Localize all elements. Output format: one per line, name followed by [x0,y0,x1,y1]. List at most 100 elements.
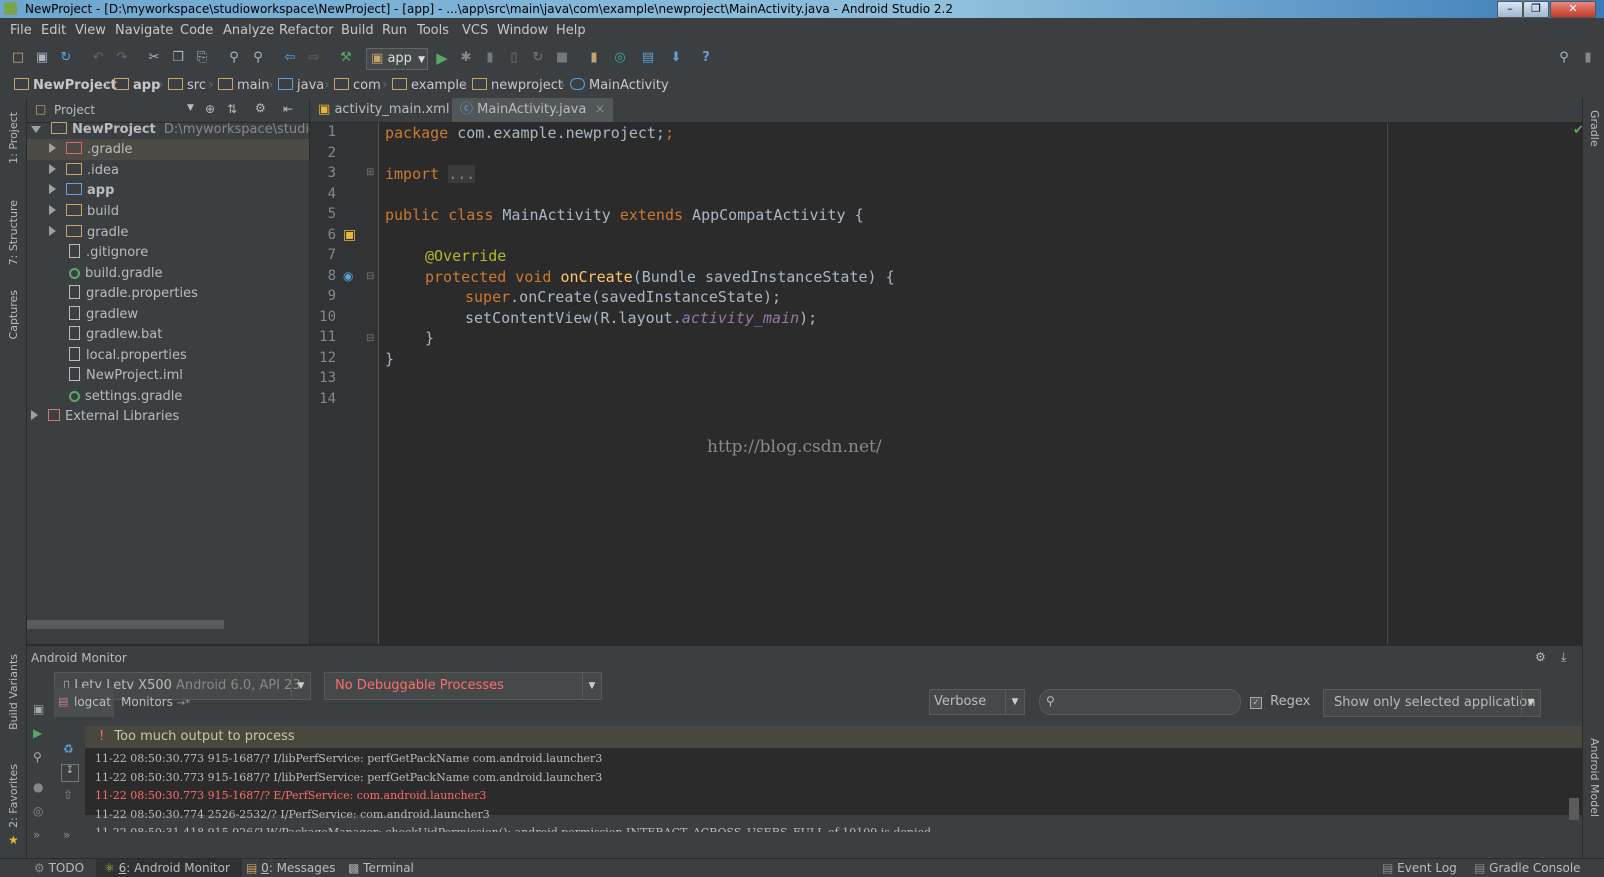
status-gradle-console[interactable]: ▤ Gradle Console [1474,859,1581,877]
expand-icon[interactable]: » [63,828,70,842]
chevron-down-icon[interactable]: ▼ [187,103,194,113]
event-icon[interactable]: ▮ [1580,50,1596,66]
forward-icon[interactable]: ⇨ [306,50,322,66]
collapse-all-icon[interactable]: ⇅ [227,102,237,116]
sdk-manager-icon[interactable]: ⬇ [668,50,684,66]
filter-select[interactable]: Show only selected application ▼ [1323,689,1541,717]
menu-navigate[interactable]: Navigate [115,23,173,38]
search-everywhere-icon[interactable]: ⚲ [1556,50,1572,66]
crumb-newproject-pkg[interactable]: newproject [472,78,563,93]
tab-structure[interactable]: 7: Structure [7,200,20,265]
tree-item-build-gradle[interactable]: build.gradle [69,263,163,284]
tab-captures[interactable]: Captures [7,290,20,339]
crumb-mainactivity[interactable]: MainActivity [570,78,669,93]
scroll-to-end-icon[interactable]: ↧ [61,764,79,782]
tab-project[interactable]: 1: Project [7,112,20,164]
tab-monitors[interactable]: Monitors →* [121,695,190,709]
menu-help[interactable]: Help [556,23,586,38]
find-icon[interactable]: ⚲ [226,50,242,66]
vertical-scrollbar[interactable] [1569,798,1579,820]
tree-root[interactable]: NewProject D:\myworkspace\studiowork [31,119,348,140]
crumb-java[interactable]: java [278,78,324,93]
menu-build[interactable]: Build [341,23,374,38]
status-messages[interactable]: ▤ 0: Messages [246,859,336,877]
tree-item-gradle[interactable]: gradle [49,222,128,243]
menu-view[interactable]: View [75,23,106,38]
open-folder-icon[interactable]: □ [10,50,26,66]
terminate-icon[interactable]: ● [33,780,43,794]
logcat-search-input[interactable]: ⚲ [1039,689,1241,715]
layout-inspector-icon[interactable]: ◎ [33,804,43,818]
menu-tools[interactable]: Tools [417,23,449,38]
project-structure-icon[interactable]: ▤ [640,50,656,66]
run-configuration-select[interactable]: ▣ app ▼ [366,48,428,70]
menu-run[interactable]: Run [382,23,407,38]
crumb-example[interactable]: example [392,78,467,93]
make-project-icon[interactable]: ⚒ [338,50,354,66]
fold-icon[interactable]: ⊞ [366,167,374,178]
hide-panel-icon[interactable]: ⤓ [1561,650,1566,665]
tree-item-gitignore[interactable]: .gitignore [69,242,148,263]
screen-capture-icon[interactable]: ▣ [33,702,44,716]
menu-vcs[interactable]: VCS [462,23,488,38]
tree-item-build[interactable]: build [49,201,119,222]
tree-item-app[interactable]: app [49,180,114,201]
horizontal-scrollbar[interactable] [27,620,224,629]
system-info-icon[interactable]: ⚲ [33,750,42,764]
minimize-button[interactable]: – [1497,1,1523,18]
layout-gutter-icon[interactable]: ▣ [343,227,356,243]
save-icon[interactable]: ▣ [34,50,50,66]
avd-manager-icon[interactable]: ▮ [586,50,602,66]
logcat-output[interactable]: ! Too much output to process 11-22 08:50… [85,726,1582,832]
settings-icon[interactable]: ⚙ [255,101,266,115]
project-view-select[interactable]: Project [54,103,95,117]
menu-analyze[interactable]: Analyze [223,23,274,38]
fold-icon[interactable]: ⊟ [366,333,374,344]
status-event-log[interactable]: ▤ Event Log [1382,859,1457,877]
rerun-icon[interactable]: ↻ [530,50,546,66]
tree-item-iml[interactable]: NewProject.iml [69,365,183,386]
screen-record-icon[interactable]: ▶ [33,726,42,740]
status-todo[interactable]: ⚙ TODO [34,859,84,877]
regex-checkbox[interactable]: ✓ Regex [1250,694,1310,709]
debug-icon[interactable]: ✱ [458,50,474,66]
maximize-button[interactable]: ❐ [1523,1,1549,18]
menu-code[interactable]: Code [180,23,213,38]
stop-icon[interactable]: ■ [554,50,570,66]
help-icon[interactable]: ? [698,50,714,66]
tab-android-model[interactable]: Android Model [1588,738,1601,817]
tab-build-variants[interactable]: Build Variants [7,654,20,730]
tab-logcat[interactable]: ▤ logcat [54,688,114,717]
tree-item-gradle-properties[interactable]: gradle.properties [69,283,198,304]
menu-refactor[interactable]: Refactor [279,23,334,38]
tab-gradle[interactable]: Gradle [1588,110,1601,147]
gradle-sync-icon[interactable]: ◎ [612,50,628,66]
attach-debugger-icon[interactable]: ▯ [506,50,522,66]
crumb-newproject[interactable]: NewProject [14,78,117,93]
hide-panel-icon[interactable]: ⇤ [283,102,293,116]
status-android-monitor[interactable]: ⚛ 6: Android Monitor [96,859,242,877]
redo-icon[interactable]: ↷ [114,50,130,66]
menu-edit[interactable]: Edit [41,23,66,38]
clear-logcat-icon[interactable]: ♻ [63,742,74,756]
tree-item-gradlew-bat[interactable]: gradlew.bat [69,324,162,345]
crumb-com[interactable]: com [334,78,381,93]
up-icon[interactable]: ⇧ [63,788,73,802]
crumb-app[interactable]: app [114,78,160,93]
process-select[interactable]: No Debuggable Processes ▼ [324,672,602,700]
crumb-src[interactable]: src [168,78,206,93]
copy-icon[interactable]: ❐ [170,50,186,66]
tree-item-settings-gradle[interactable]: settings.gradle [69,386,182,407]
menu-window[interactable]: Window [497,23,548,38]
folded-imports[interactable]: ... [448,165,476,183]
scroll-from-source-icon[interactable]: ⊕ [205,102,215,116]
status-terminal[interactable]: ▩ Terminal [348,859,414,877]
code-editor[interactable]: package com.example.newproject;; import … [379,123,1584,644]
run-icon[interactable]: ▶ [434,50,450,66]
expand-icon[interactable]: » [33,828,40,842]
tab-favorites[interactable]: 2: Favorites [7,764,20,828]
settings-icon[interactable]: ⚙ [1535,650,1546,664]
tree-item-gradlew[interactable]: gradlew [69,304,138,325]
undo-icon[interactable]: ↶ [90,50,106,66]
close-tab-icon[interactable]: × [594,102,605,117]
